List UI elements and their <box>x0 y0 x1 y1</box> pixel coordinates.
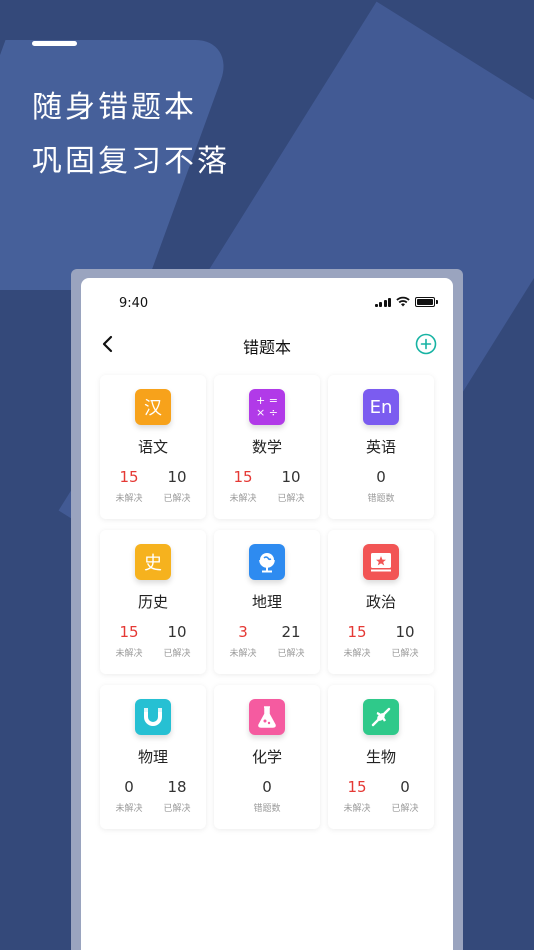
stat-label: 错题数 <box>367 494 395 504</box>
subject-stats: 0 错题数 <box>328 468 434 504</box>
decorative-bar <box>32 41 77 46</box>
stat-label: 错题数 <box>253 804 281 814</box>
subject-icon <box>363 544 399 580</box>
subject-icon: 汉 <box>135 389 171 425</box>
stat-value: 15 <box>119 468 139 486</box>
stat-item: 3 未解决 <box>219 623 267 659</box>
status-time: 9:40 <box>119 296 149 311</box>
subject-card[interactable]: 生物 15 未解决 0 已解决 <box>328 685 434 829</box>
subject-icon: En <box>363 389 399 425</box>
stat-label: 已解决 <box>391 649 419 659</box>
subject-name: 语文 <box>137 438 168 456</box>
stat-item: 15 未解决 <box>105 468 153 504</box>
stat-label: 未解决 <box>343 649 371 659</box>
subject-name: 地理 <box>251 593 282 611</box>
subject-stats: 15 未解决 10 已解决 <box>214 468 320 504</box>
stat-item: 0 已解决 <box>381 778 429 814</box>
subject-name: 历史 <box>137 593 168 611</box>
stat-value: 15 <box>233 468 253 486</box>
battery-icon <box>415 296 438 307</box>
stat-item: 21 已解决 <box>267 623 315 659</box>
subject-card[interactable]: 汉语文 15 未解决 10 已解决 <box>100 375 206 519</box>
status-icons <box>374 296 438 307</box>
stat-label: 已解决 <box>391 804 419 814</box>
stat-item: 10 已解决 <box>381 623 429 659</box>
subject-name: 数学 <box>251 438 282 456</box>
stat-value: 18 <box>167 778 187 796</box>
stat-item: 15 未解决 <box>105 623 153 659</box>
stat-label: 未解决 <box>115 804 143 814</box>
stat-item: 10 已解决 <box>267 468 315 504</box>
stat-label: 未解决 <box>343 804 371 814</box>
stat-item: 15 未解决 <box>333 778 381 814</box>
stat-item: 15 未解决 <box>333 623 381 659</box>
stat-item: 0 未解决 <box>105 778 153 814</box>
stat-value: 3 <box>238 623 248 641</box>
subject-card[interactable]: 化学 0 错题数 <box>214 685 320 829</box>
stat-value: 10 <box>167 468 187 486</box>
stat-label: 已解决 <box>163 804 191 814</box>
subject-stats: 3 未解决 21 已解决 <box>214 623 320 659</box>
stat-value: 15 <box>347 778 367 796</box>
subject-icon <box>363 699 399 735</box>
stat-item: 0 错题数 <box>243 778 291 814</box>
stat-label: 已解决 <box>277 494 305 504</box>
subject-icon <box>249 544 285 580</box>
stat-label: 已解决 <box>163 494 191 504</box>
stat-value: 10 <box>395 623 415 641</box>
stat-label: 未解决 <box>115 494 143 504</box>
stat-value: 21 <box>281 623 301 641</box>
subject-stats: 15 未解决 0 已解决 <box>328 778 434 814</box>
stat-value: 0 <box>262 778 272 796</box>
stat-value: 10 <box>167 623 187 641</box>
subject-icon: 史 <box>135 544 171 580</box>
stat-label: 已解决 <box>277 649 305 659</box>
subject-name: 生物 <box>365 748 396 766</box>
stat-label: 未解决 <box>115 649 143 659</box>
subject-stats: 15 未解决 10 已解决 <box>328 623 434 659</box>
subject-stats: 0 错题数 <box>214 778 320 814</box>
phone-screen: 9:40 错题本 汉语文 15 未解决 10 已解决 + = × ÷ 数学 15 未解决 10 <box>81 278 453 950</box>
subject-name: 政治 <box>365 593 396 611</box>
subject-stats: 0 未解决 18 已解决 <box>100 778 206 814</box>
subject-card[interactable]: En 英语 0 错题数 <box>328 375 434 519</box>
stat-label: 已解决 <box>163 649 191 659</box>
stat-value: 0 <box>376 468 386 486</box>
subject-card[interactable]: 史历史 15 未解决 10 已解决 <box>100 530 206 674</box>
subject-icon <box>135 699 171 735</box>
subject-card[interactable]: + = × ÷ 数学 15 未解决 10 已解决 <box>214 375 320 519</box>
stat-item: 0 错题数 <box>357 468 405 504</box>
stat-item: 10 已解决 <box>153 623 201 659</box>
stat-value: 10 <box>281 468 301 486</box>
stat-value: 0 <box>400 778 410 796</box>
stat-label: 未解决 <box>229 494 257 504</box>
page-title: 错题本 <box>242 338 291 357</box>
subject-card[interactable]: 物理 0 未解决 18 已解决 <box>100 685 206 829</box>
subject-name: 英语 <box>365 438 396 456</box>
subject-name: 物理 <box>137 748 168 766</box>
subject-stats: 15 未解决 10 已解决 <box>100 623 206 659</box>
wifi-icon <box>396 296 410 307</box>
stat-value: 15 <box>119 623 139 641</box>
subject-grid: 汉语文 15 未解决 10 已解决 + = × ÷ 数学 15 未解决 10 已解决 En 英语 0 错题数… <box>100 375 434 829</box>
plus-circle-icon[interactable] <box>415 333 437 355</box>
stat-value: 15 <box>347 623 367 641</box>
signal-icon <box>374 297 391 307</box>
stat-item: 15 未解决 <box>219 468 267 504</box>
headline-line1: 随身错题本 <box>32 90 197 125</box>
subject-icon: + = × ÷ <box>249 389 285 425</box>
stat-value: 0 <box>124 778 134 796</box>
subject-stats: 15 未解决 10 已解决 <box>100 468 206 504</box>
stat-item: 18 已解决 <box>153 778 201 814</box>
nav-bar: 错题本 <box>81 326 453 362</box>
headline-line2: 巩固复习不落 <box>32 144 230 179</box>
subject-name: 化学 <box>251 748 282 766</box>
status-bar: 9:40 <box>81 278 453 326</box>
stat-label: 未解决 <box>229 649 257 659</box>
stat-item: 10 已解决 <box>153 468 201 504</box>
subject-card[interactable]: 政治 15 未解决 10 已解决 <box>328 530 434 674</box>
subject-icon <box>249 699 285 735</box>
subject-card[interactable]: 地理 3 未解决 21 已解决 <box>214 530 320 674</box>
